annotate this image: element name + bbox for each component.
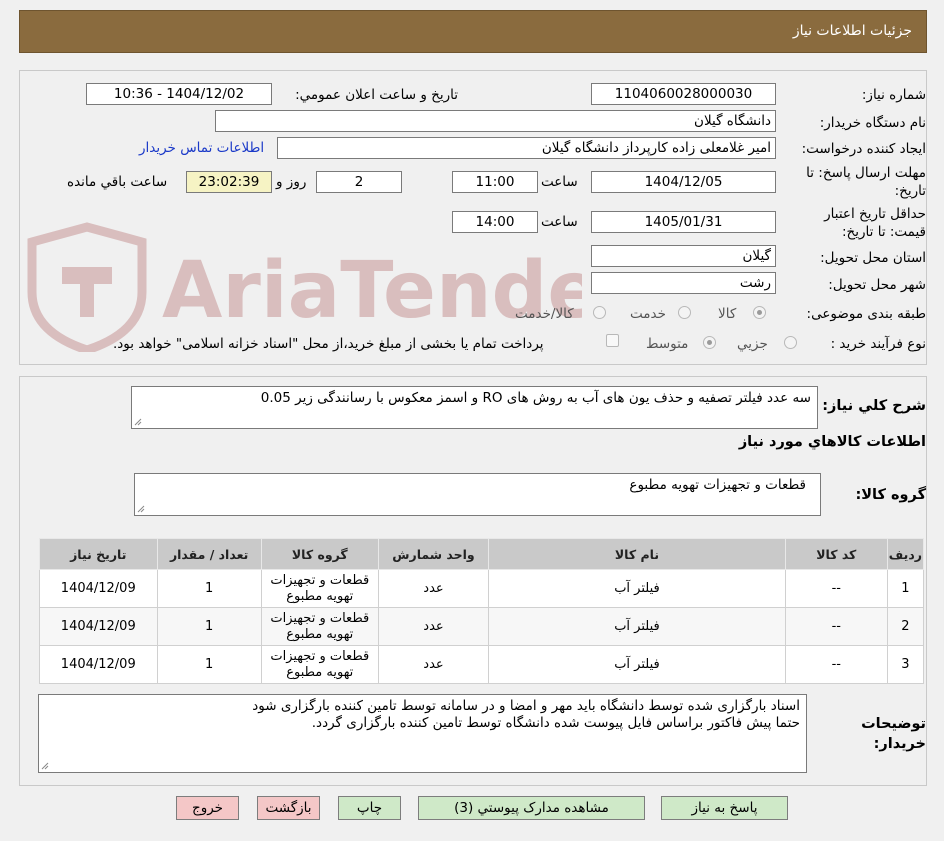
- announce-datetime-field: 1404/12/02 - 10:36: [86, 83, 272, 105]
- item-code: --: [784, 569, 888, 608]
- days-label: روز و: [276, 174, 307, 190]
- item-name: فیلتر آب: [488, 645, 786, 684]
- goods-group-textarea: قطعات و تجهیزات تهویه مطبوع: [134, 473, 821, 516]
- summary-label: شرح کلي نیاز:: [822, 398, 926, 414]
- treasury-checkbox[interactable]: [606, 334, 619, 347]
- resize-grip-icon[interactable]: [137, 505, 145, 513]
- price-validity-date: 1405/01/31: [591, 211, 776, 233]
- province-field: گیلان: [591, 245, 776, 267]
- category-option-service: خدمت: [630, 306, 666, 322]
- column-header: ردیف: [886, 538, 925, 570]
- view-attachments-button[interactable]: مشاهده مدارک پیوستي (3): [418, 796, 645, 820]
- purchase-option-medium: متوسط: [646, 336, 689, 352]
- reply-time-label: ساعت: [541, 174, 578, 190]
- resize-grip-icon[interactable]: [41, 762, 49, 770]
- column-header: تاریخ نیاز: [39, 538, 158, 570]
- announce-datetime-label: تاریخ و ساعت اعلان عمومي:: [295, 87, 458, 103]
- purchase-option-minor: جزیي: [737, 336, 768, 352]
- reply-deadline-date: 1404/12/05: [591, 171, 776, 193]
- requester-field: امیر غلامعلی زاده کارپرداز دانشگاه گیلان: [277, 137, 776, 159]
- column-header: نام کالا: [488, 538, 786, 570]
- summary-text: سه عدد فیلتر تصفیه و حذف یون های آب به ر…: [260, 390, 811, 406]
- buyer-notes-line-2: حتما پیش فاکتور براساس فایل پیوست شده دا…: [311, 715, 800, 731]
- item-unit: عدد: [377, 569, 490, 608]
- item-need-date: 1404/12/09: [39, 645, 158, 684]
- page-title: جزئیات اطلاعات نیاز: [792, 23, 912, 39]
- price-time-label: ساعت: [541, 214, 578, 230]
- category-radio-goods-service[interactable]: [593, 306, 606, 319]
- item-group: قطعات و تجهیزات تهویه مطبوع: [260, 607, 379, 646]
- item-group: قطعات و تجهیزات تهویه مطبوع: [260, 645, 379, 684]
- item-quantity: 1: [156, 645, 262, 684]
- column-header: تعداد / مقدار: [156, 538, 262, 570]
- exit-button[interactable]: خروج: [176, 796, 239, 820]
- buyer-notes-label: توضیحات: [861, 716, 926, 732]
- watermark-text: AriaTender.neT: [162, 246, 582, 336]
- reply-deadline-time: 11:00: [452, 171, 538, 193]
- item-need-date: 1404/12/09: [39, 607, 158, 646]
- requester-label: ایجاد کننده درخواست:: [801, 141, 926, 157]
- resize-grip-icon[interactable]: [134, 418, 142, 426]
- buyer-org-field: دانشگاه گیلان: [215, 110, 776, 132]
- category-radio-goods[interactable]: [753, 306, 766, 319]
- row-number: 2: [886, 607, 925, 646]
- back-button[interactable]: بازگشت: [257, 796, 320, 820]
- goods-group-text: قطعات و تجهیزات تهویه مطبوع: [629, 477, 806, 493]
- items-table: ردیف کد کالا نام کالا واحد شمارش گروه کا…: [39, 538, 925, 684]
- province-label: استان محل تحویل:: [820, 250, 926, 266]
- item-name: فیلتر آب: [488, 569, 786, 608]
- item-group: قطعات و تجهیزات تهویه مطبوع: [260, 569, 379, 608]
- print-button[interactable]: چاپ: [338, 796, 401, 820]
- row-number: 1: [886, 569, 925, 608]
- category-option-goods-service: کالا/خدمت: [515, 306, 574, 322]
- buyer-org-label: نام دستگاه خریدار:: [819, 115, 926, 131]
- goods-section-title: اطلاعات کالاهاي مورد نیاز: [738, 434, 926, 450]
- city-field: رشت: [591, 272, 776, 294]
- goods-group-label: گروه کالا:: [855, 487, 926, 503]
- item-quantity: 1: [156, 569, 262, 608]
- remaining-time-label: ساعت باقي مانده: [67, 174, 168, 190]
- item-unit: عدد: [377, 607, 490, 646]
- column-header: گروه کالا: [260, 538, 379, 570]
- buyer-contact-link[interactable]: اطلاعات تماس خریدار: [139, 140, 264, 156]
- category-label: طبقه بندی موضوعی:: [806, 306, 926, 322]
- item-code: --: [784, 607, 888, 646]
- price-validity-label-2: قیمت: تا تاریخ:: [842, 224, 926, 240]
- reply-button[interactable]: پاسخ به نیاز: [661, 796, 788, 820]
- purchase-radio-medium[interactable]: [703, 336, 716, 349]
- table-header-row: ردیف کد کالا نام کالا واحد شمارش گروه کا…: [39, 538, 925, 570]
- price-validity-label: حداقل تاریخ اعتبار: [824, 206, 926, 222]
- purchase-type-label: نوع فرآیند خرید :: [830, 336, 926, 352]
- buyer-notes-label-2: خریدار:: [873, 736, 926, 752]
- item-quantity: 1: [156, 607, 262, 646]
- table-row: 3 -- فیلتر آب عدد قطعات و تجهیزات تهویه …: [39, 645, 925, 684]
- reply-deadline-label-2: تاریخ:: [894, 183, 926, 199]
- reply-deadline-label: مهلت ارسال پاسخ: تا: [806, 165, 926, 181]
- treasury-note: پرداخت تمام یا بخشی از مبلغ خرید،از محل …: [113, 336, 544, 352]
- item-code: --: [784, 645, 888, 684]
- remaining-days-field: 2: [316, 171, 402, 193]
- item-need-date: 1404/12/09: [39, 569, 158, 608]
- item-name: فیلتر آب: [488, 607, 786, 646]
- category-radio-service[interactable]: [678, 306, 691, 319]
- watermark-shield-icon: AriaTender.neT: [27, 222, 819, 355]
- purchase-radio-minor[interactable]: [784, 336, 797, 349]
- need-number-label: شماره نیاز:: [861, 87, 926, 103]
- summary-textarea: سه عدد فیلتر تصفیه و حذف یون های آب به ر…: [131, 386, 818, 429]
- need-number-field: 1104060028000030: [591, 83, 776, 105]
- category-option-goods: کالا: [718, 306, 737, 322]
- table-row: 2 -- فیلتر آب عدد قطعات و تجهیزات تهویه …: [39, 607, 925, 646]
- table-row: 1 -- فیلتر آب عدد قطعات و تجهیزات تهویه …: [39, 569, 925, 608]
- buyer-notes-textarea: اسناد بارگزاری شده توسط دانشگاه باید مهر…: [38, 694, 807, 773]
- row-number: 3: [886, 645, 925, 684]
- item-unit: عدد: [377, 645, 490, 684]
- column-header: کد کالا: [784, 538, 888, 570]
- page-header: جزئیات اطلاعات نیاز: [19, 10, 927, 53]
- column-header: واحد شمارش: [377, 538, 490, 570]
- buyer-notes-line-1: اسناد بارگزاری شده توسط دانشگاه باید مهر…: [252, 698, 800, 714]
- price-validity-time: 14:00: [452, 211, 538, 233]
- city-label: شهر محل تحویل:: [828, 277, 926, 293]
- remaining-time-field: 23:02:39: [186, 171, 272, 193]
